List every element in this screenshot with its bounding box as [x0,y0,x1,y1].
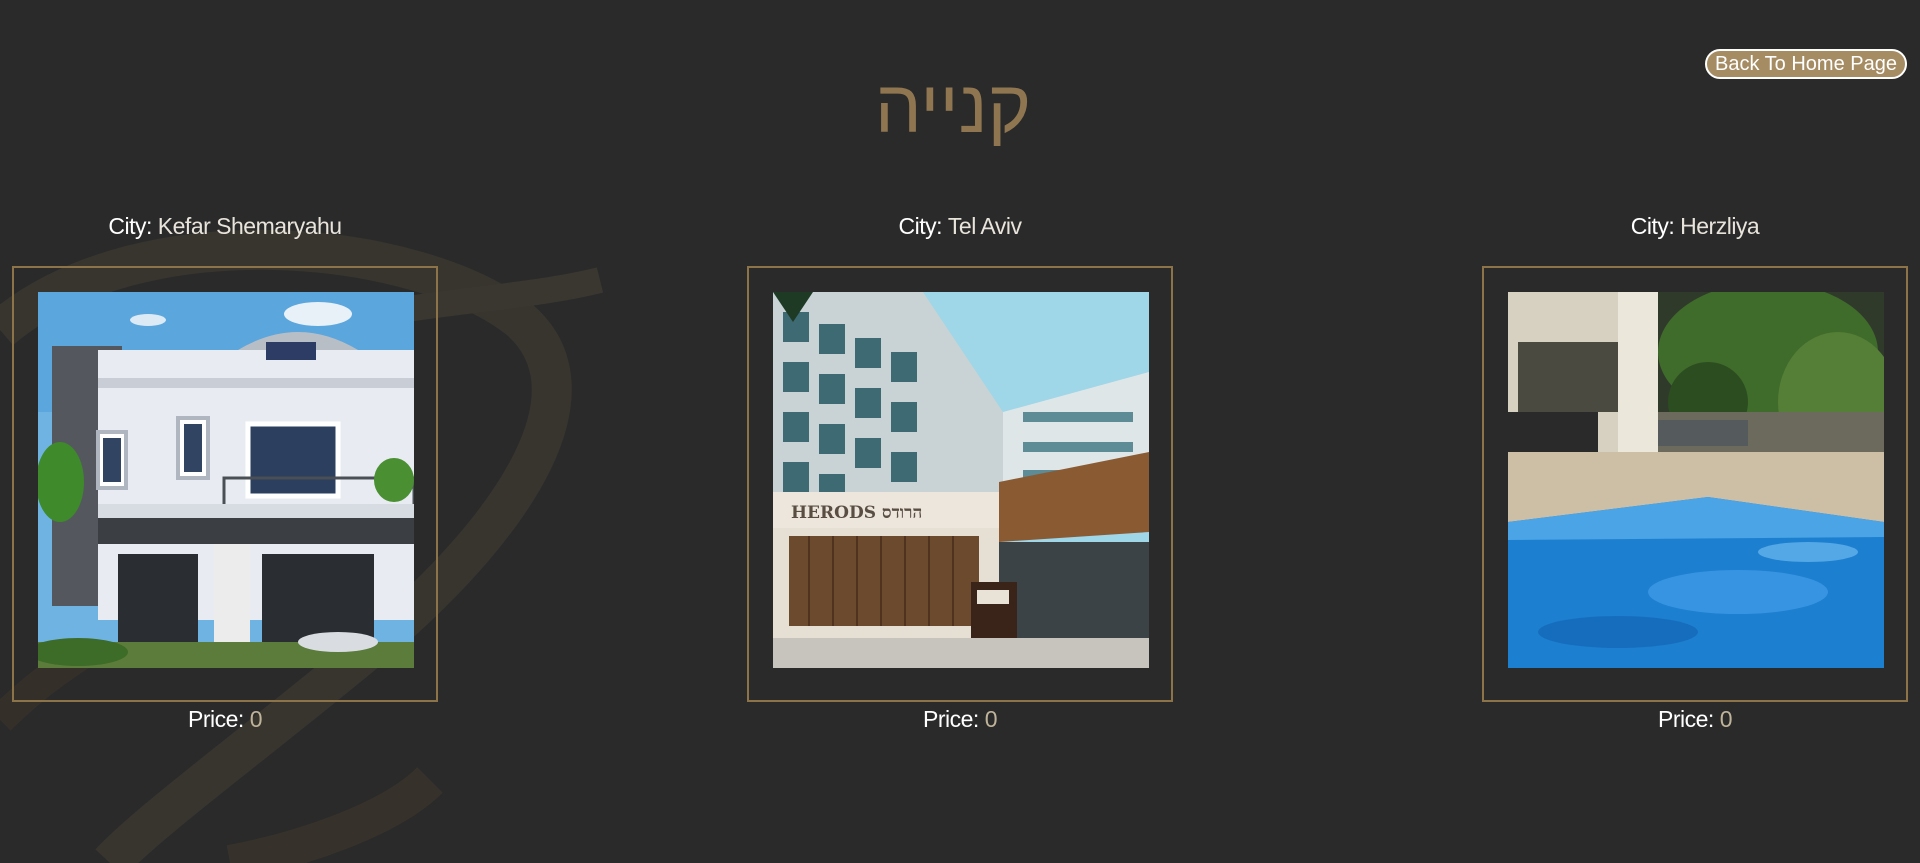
city-value: Tel Aviv [947,213,1022,239]
listing-card[interactable]: City: Kefar Shemaryahu Price: 0 [12,200,438,740]
listing-photo[interactable] [1508,292,1884,668]
price-value: 0 [249,706,263,732]
page: Back To Home Page קנייה City: Kefar Shem… [0,0,1920,863]
price-line: Price: 0 [12,706,438,733]
city-label: City: [108,213,152,239]
price-label: Price: [1658,706,1714,732]
city-label: City: [898,213,943,239]
price-label: Price: [923,706,979,732]
pool-patio-photo [1508,292,1884,668]
city-line: City: Herzliya [1482,213,1908,240]
city-line: City: Kefar Shemaryahu [12,213,438,240]
price-value: 0 [1719,706,1733,732]
photo-frame: HERODS הרודס [747,266,1173,702]
herods-building-photo: HERODS הרודס [773,292,1149,668]
city-value: Kefar Shemaryahu [157,213,342,239]
city-value: Herzliya [1680,213,1760,239]
listing-photo[interactable] [38,292,414,668]
price-line: Price: 0 [747,706,1173,733]
price-value: 0 [984,706,998,732]
listing-card[interactable]: City: Herzliya Price: 0 [1482,200,1908,740]
price-label: Price: [188,706,244,732]
sign-text: HERODS הרודס [791,503,922,523]
city-label: City: [1630,213,1675,239]
listing-card[interactable]: City: Tel Aviv HERODS הרודס Price: 0 [747,200,1173,740]
listing-photo[interactable]: HERODS הרודס [773,292,1149,668]
price-line: Price: 0 [1482,706,1908,733]
photo-frame [12,266,438,702]
page-title: קנייה [874,64,1032,150]
white-villa-photo [38,292,414,668]
city-line: City: Tel Aviv [747,213,1173,240]
photo-frame [1482,266,1908,702]
